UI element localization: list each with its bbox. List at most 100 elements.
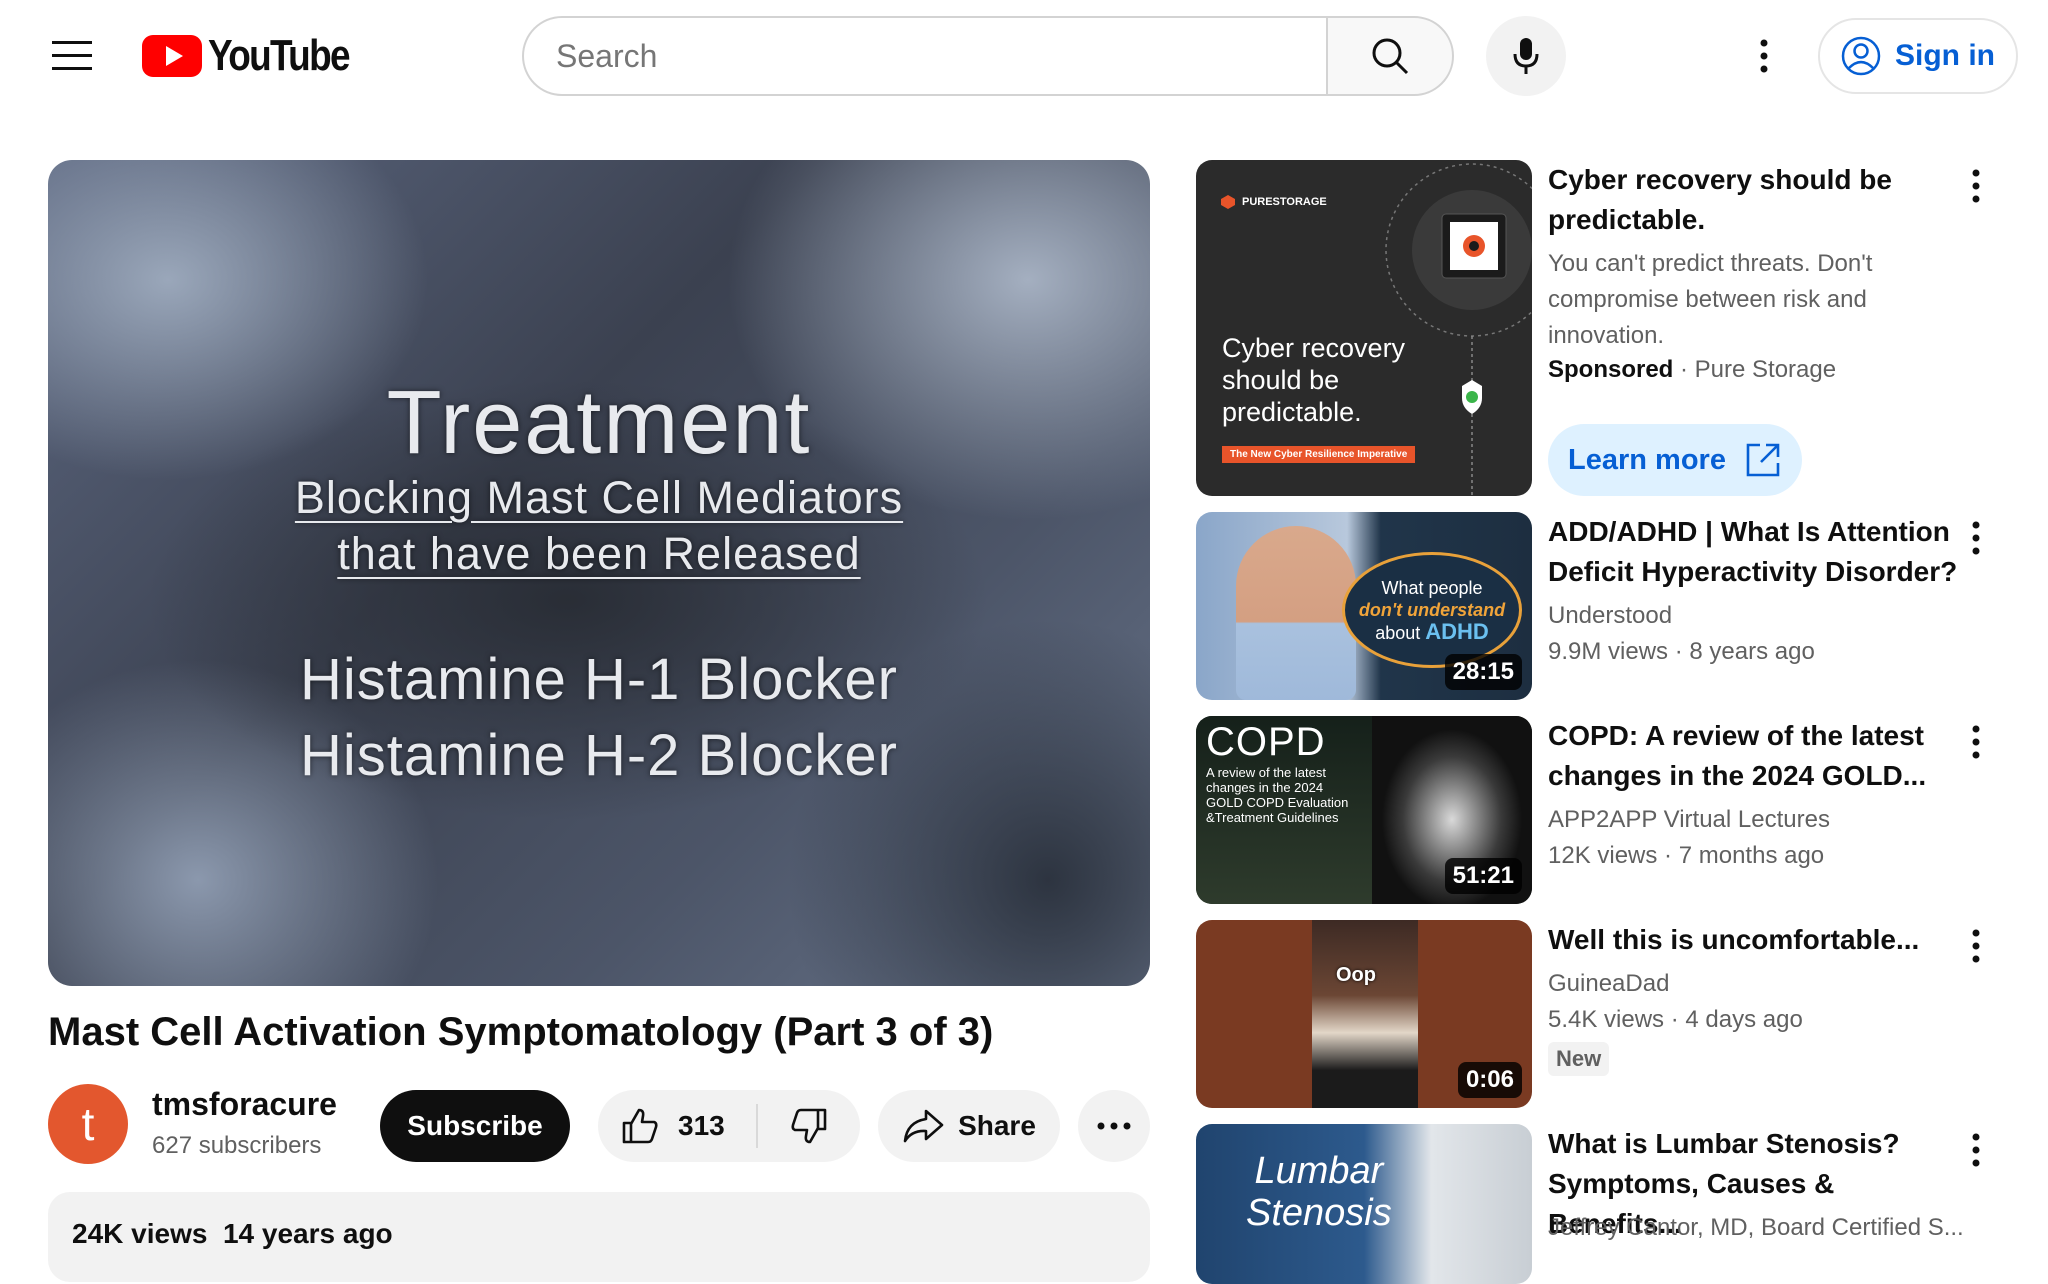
slide-subtitle-line2: that have been Released bbox=[337, 528, 861, 579]
view-count: 24K views bbox=[72, 1218, 208, 1249]
video-more-button[interactable] bbox=[1958, 924, 1994, 968]
thumb-text-big: COPD bbox=[1206, 720, 1326, 764]
search-button[interactable] bbox=[1326, 16, 1454, 96]
advertiser-name: Pure Storage bbox=[1694, 356, 1837, 383]
like-count: 313 bbox=[678, 1110, 725, 1141]
voice-search-button[interactable] bbox=[1486, 16, 1566, 96]
learn-more-button[interactable]: Learn more bbox=[1548, 424, 1802, 496]
learn-more-label: Learn more bbox=[1568, 443, 1726, 476]
thumbs-down-icon bbox=[791, 1108, 827, 1144]
sign-in-button[interactable]: Sign in bbox=[1818, 18, 2018, 94]
more-actions-button[interactable] bbox=[1078, 1090, 1150, 1162]
thumb-text-line1: What people bbox=[1381, 578, 1483, 598]
video-views: 12K views bbox=[1548, 842, 1658, 869]
thumb-text-line1: Lumbar bbox=[1254, 1150, 1384, 1192]
video-channel[interactable]: Understood bbox=[1548, 602, 1672, 630]
upload-age: 14 years ago bbox=[222, 1218, 393, 1249]
more-vertical-icon bbox=[1760, 39, 1768, 73]
settings-more-button[interactable] bbox=[1734, 26, 1794, 86]
external-link-icon bbox=[1746, 443, 1780, 477]
duration-badge: 28:15 bbox=[1444, 654, 1522, 690]
sign-in-label: Sign in bbox=[1895, 39, 1995, 72]
account-icon bbox=[1841, 36, 1881, 76]
share-button[interactable]: Share bbox=[878, 1090, 1060, 1162]
new-badge: New bbox=[1548, 1042, 1610, 1076]
pure-storage-logo-icon bbox=[1221, 195, 1235, 209]
thumbnail-bubble: What people don't understand about ADHD bbox=[1342, 552, 1522, 668]
video-stats: 5.4K views · 4 days ago bbox=[1548, 1006, 1803, 1033]
video-views: 9.9M views bbox=[1548, 638, 1669, 665]
ad-thumbnail-text: Cyber recovery should be predictable. bbox=[1222, 333, 1406, 427]
duration-badge: 51:21 bbox=[1444, 858, 1522, 894]
video-channel[interactable]: APP2APP Virtual Lectures bbox=[1548, 806, 1830, 834]
menu-button[interactable] bbox=[36, 26, 108, 86]
ad-brand-text: PURESTORAGE bbox=[1242, 196, 1327, 208]
video-title-link[interactable]: Well this is uncomfortable... bbox=[1548, 920, 1968, 960]
video-channel[interactable]: Jeffrey Cantor, MD, Board Certified S... bbox=[1548, 1214, 1964, 1242]
video-stats: 9.9M views · 8 years ago bbox=[1548, 638, 1815, 665]
slide-subtitle-line1: Blocking Mast Cell Mediators bbox=[294, 472, 904, 523]
more-vertical-icon bbox=[1972, 929, 1980, 963]
more-vertical-icon bbox=[1972, 1133, 1980, 1167]
video-age: 7 months ago bbox=[1678, 842, 1825, 869]
video-title-link[interactable]: ADD/ADHD | What Is Attention Deficit Hyp… bbox=[1548, 512, 1968, 592]
like-dislike-group: 313 bbox=[598, 1090, 860, 1162]
ad-brand: PURESTORAGE bbox=[1220, 194, 1327, 210]
video-thumbnail[interactable]: COPD A review of the latest changes in t… bbox=[1196, 716, 1532, 904]
thumb-text-line3: about bbox=[1375, 623, 1421, 643]
video-channel[interactable]: GuineaDad bbox=[1548, 970, 1669, 998]
video-player[interactable]: Treatment Blocking Mast Cell Mediators t… bbox=[48, 160, 1150, 986]
video-more-button[interactable] bbox=[1958, 720, 1994, 764]
thumb-text-line2: don't understand bbox=[1358, 600, 1506, 620]
video-age: 8 years ago bbox=[1689, 638, 1815, 665]
search-input[interactable] bbox=[522, 16, 1326, 96]
youtube-logo[interactable]: YouTube bbox=[142, 31, 376, 80]
hamburger-icon bbox=[52, 41, 92, 70]
more-vertical-icon bbox=[1972, 521, 1980, 555]
video-age: 4 days ago bbox=[1685, 1006, 1803, 1033]
video-more-button[interactable] bbox=[1958, 516, 1994, 560]
video-thumbnail[interactable]: Oop 0:06 bbox=[1196, 920, 1532, 1108]
logo-text: YouTube bbox=[208, 31, 351, 80]
video-title-link[interactable]: COPD: A review of the latest changes in … bbox=[1548, 716, 1968, 796]
dislike-button[interactable] bbox=[758, 1090, 860, 1162]
copd-text-panel: COPD A review of the latest changes in t… bbox=[1196, 716, 1372, 904]
slide-item-1: Histamine H-1 Blocker bbox=[300, 647, 898, 712]
slide-title: Treatment bbox=[386, 373, 812, 473]
ad-description: You can't predict threats. Don't comprom… bbox=[1548, 250, 1873, 349]
channel-avatar[interactable]: t bbox=[48, 1084, 128, 1164]
ad-more-button[interactable] bbox=[1958, 164, 1994, 208]
presenter-image bbox=[1236, 526, 1356, 700]
thumb-caption: Oop bbox=[1336, 964, 1376, 986]
share-icon bbox=[903, 1109, 944, 1143]
video-views: 5.4K views bbox=[1548, 1006, 1665, 1033]
ad-title[interactable]: Cyber recovery should be predictable. bbox=[1548, 160, 1968, 240]
ad-thumbnail[interactable]: PURESTORAGE Cyber recovery should be pre… bbox=[1196, 160, 1532, 496]
share-label: Share bbox=[958, 1110, 1036, 1141]
thumb-text-line2: Stenosis bbox=[1246, 1192, 1392, 1234]
video-more-button[interactable] bbox=[1958, 1128, 1994, 1172]
sponsored-label: Sponsored bbox=[1548, 356, 1674, 383]
thumb-text: Lumbar Stenosis bbox=[1246, 1150, 1392, 1234]
channel-name[interactable]: tmsforacure bbox=[152, 1086, 337, 1123]
thumb-text-line4: ADHD bbox=[1425, 619, 1489, 644]
thumbs-up-icon bbox=[622, 1108, 658, 1144]
view-stats: 24K views 14 years ago bbox=[72, 1218, 393, 1250]
thumb-text-small: A review of the latest changes in the 20… bbox=[1206, 765, 1349, 825]
like-button[interactable]: 313 bbox=[598, 1090, 756, 1162]
video-thumbnail[interactable]: Lumbar Stenosis bbox=[1196, 1124, 1532, 1284]
ad-thumbnail-tagline: The New Cyber Resilience Imperative bbox=[1222, 446, 1416, 463]
video-thumbnail[interactable]: What people don't understand about ADHD … bbox=[1196, 512, 1532, 700]
search-icon bbox=[1372, 38, 1409, 75]
search-bar bbox=[522, 16, 1454, 96]
subscriber-count: 627 subscribers bbox=[152, 1132, 322, 1159]
guinea-pig-image bbox=[1312, 920, 1418, 1108]
youtube-play-icon bbox=[142, 35, 202, 77]
subscribe-button[interactable]: Subscribe bbox=[380, 1090, 570, 1162]
sponsored-line: Sponsored · Pure Storage bbox=[1548, 356, 1837, 383]
more-vertical-icon bbox=[1972, 725, 1980, 759]
video-title: Mast Cell Activation Symptomatology (Par… bbox=[48, 1010, 994, 1054]
slide-item-2: Histamine H-2 Blocker bbox=[300, 723, 898, 788]
more-horizontal-icon bbox=[1097, 1122, 1131, 1130]
microphone-icon bbox=[1513, 38, 1539, 74]
